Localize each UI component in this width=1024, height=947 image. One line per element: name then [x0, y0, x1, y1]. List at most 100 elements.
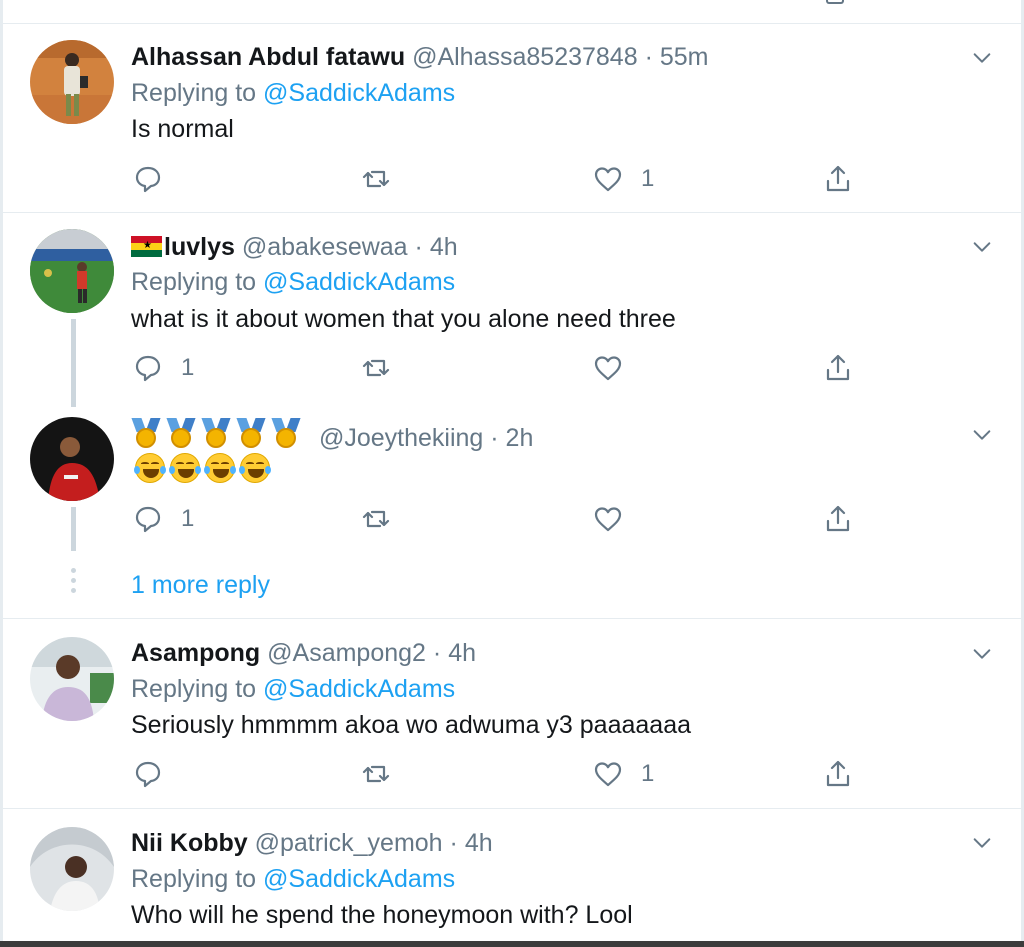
tweet-header: ★ luvlys @abakesewaa · 4h	[131, 232, 458, 262]
tweet-text: Who will he spend the honeymoon with? Lo…	[131, 901, 633, 929]
retweet-icon	[361, 164, 391, 194]
like-button[interactable]: 1	[593, 759, 654, 789]
like-count: 1	[641, 165, 655, 192]
separator-dot: ·	[449, 829, 458, 857]
tweet-header: Asampong @Asampong2 · 4h	[131, 638, 476, 668]
avatar[interactable]	[30, 40, 114, 124]
tweet-header: @Joeythekiing · 2h	[131, 418, 533, 457]
avatar[interactable]	[30, 637, 114, 721]
tweet[interactable]: Alhassan Abdul fatawu @Alhassa85237848 ·…	[3, 25, 1021, 213]
laughing-emoji-icon	[134, 453, 166, 483]
share-icon	[823, 504, 853, 534]
replying-to-label: Replying to	[131, 268, 264, 296]
heart-icon	[593, 504, 623, 534]
like-count: 1	[641, 760, 655, 787]
reply-icon	[133, 353, 163, 383]
separator-dot: ·	[414, 233, 423, 261]
chevron-down-icon[interactable]	[971, 236, 993, 258]
thread-connector-line	[71, 507, 76, 551]
replying-to-mention[interactable]: @SaddickAdams	[263, 268, 455, 296]
replying-to: Replying to @SaddickAdams	[131, 78, 455, 108]
thread-connector-line	[71, 319, 76, 407]
reply-button[interactable]	[133, 759, 181, 789]
heart-icon	[593, 759, 623, 789]
laughing-emoji-icon	[169, 453, 201, 483]
avatar[interactable]	[30, 229, 114, 313]
avatar[interactable]	[30, 417, 114, 501]
chevron-down-icon[interactable]	[971, 643, 993, 665]
tweet[interactable]: Asampong @Asampong2 · 4h Replying to @Sa…	[3, 619, 1021, 809]
share-button[interactable]	[823, 504, 853, 534]
previous-tweet-stub	[0, 0, 1024, 24]
reply-count: 1	[181, 354, 195, 381]
medal-icon	[166, 418, 196, 450]
display-name[interactable]: Asampong	[131, 639, 260, 667]
replying-to-mention[interactable]: @SaddickAdams	[263, 865, 455, 893]
laughing-emoji-icon	[204, 453, 236, 483]
share-button[interactable]	[823, 164, 853, 194]
share-button[interactable]	[823, 759, 853, 789]
replying-to-label: Replying to	[131, 79, 264, 107]
reply-button[interactable]: 1	[133, 353, 194, 383]
share-icon[interactable]	[826, 0, 844, 4]
display-name[interactable]: Nii Kobby	[131, 829, 248, 857]
user-handle[interactable]: @abakesewaa	[242, 233, 408, 261]
reply-icon	[133, 759, 163, 789]
retweet-icon	[361, 759, 391, 789]
replying-to-mention[interactable]: @SaddickAdams	[263, 675, 455, 703]
tweet[interactable]: Nii Kobby @patrick_yemoh · 4h Replying t…	[3, 809, 1021, 941]
retweet-icon	[361, 504, 391, 534]
chevron-down-icon[interactable]	[971, 47, 993, 69]
reply-button[interactable]: 1	[133, 504, 194, 534]
avatar[interactable]	[30, 827, 114, 911]
medal-icon	[271, 418, 301, 450]
medal-icon	[131, 418, 161, 450]
separator-dot: ·	[490, 424, 499, 452]
retweet-button[interactable]	[361, 164, 409, 194]
tweet-thread: ★ luvlys @abakesewaa · 4h Replying to @Sa…	[3, 213, 1021, 619]
chevron-down-icon[interactable]	[971, 424, 993, 446]
like-button[interactable]: 1	[593, 164, 654, 194]
share-icon	[823, 353, 853, 383]
replying-to-label: Replying to	[131, 865, 264, 893]
chevron-down-icon[interactable]	[971, 832, 993, 854]
display-name-medals[interactable]	[131, 418, 306, 457]
retweet-button[interactable]	[361, 353, 409, 383]
retweet-button[interactable]	[361, 504, 409, 534]
laughing-emoji-icon	[239, 453, 271, 483]
timestamp[interactable]: 55m	[660, 43, 709, 71]
tweet-header: Alhassan Abdul fatawu @Alhassa85237848 ·…	[131, 42, 709, 72]
user-handle[interactable]: @patrick_yemoh	[255, 829, 443, 857]
user-handle[interactable]: @Joeythekiing	[319, 424, 483, 452]
like-button[interactable]	[593, 504, 641, 534]
user-handle[interactable]: @Alhassa85237848	[412, 43, 638, 71]
tweet-header: Nii Kobby @patrick_yemoh · 4h	[131, 828, 493, 858]
replying-to: Replying to @SaddickAdams	[131, 674, 455, 704]
display-name[interactable]: luvlys	[164, 233, 235, 261]
replying-to: Replying to @SaddickAdams	[131, 267, 455, 297]
display-name[interactable]: Alhassan Abdul fatawu	[131, 43, 405, 71]
retweet-icon	[361, 353, 391, 383]
separator-dot: ·	[432, 639, 442, 667]
timestamp[interactable]: 2h	[506, 424, 534, 452]
like-button[interactable]	[593, 353, 641, 383]
share-button[interactable]	[823, 353, 853, 383]
reply-button[interactable]	[133, 164, 181, 194]
timestamp[interactable]: 4h	[430, 233, 458, 261]
reply-icon	[133, 164, 163, 194]
replying-to-label: Replying to	[131, 675, 264, 703]
timestamp[interactable]: 4h	[465, 829, 493, 857]
heart-icon	[593, 353, 623, 383]
ghana-flag-icon: ★	[131, 236, 162, 257]
timestamp[interactable]: 4h	[448, 639, 476, 667]
heart-icon	[593, 164, 623, 194]
tweet-text: what is it about women that you alone ne…	[131, 305, 676, 333]
user-handle[interactable]: @Asampong2	[267, 639, 426, 667]
tweet-text: Is normal	[131, 115, 234, 143]
separator-dot: ·	[644, 43, 653, 71]
show-more-replies-link[interactable]: 1 more reply	[131, 571, 270, 600]
retweet-button[interactable]	[361, 759, 409, 789]
replying-to-mention[interactable]: @SaddickAdams	[263, 79, 455, 107]
reply-count: 1	[181, 505, 195, 532]
window-bottom-edge	[0, 941, 1024, 947]
